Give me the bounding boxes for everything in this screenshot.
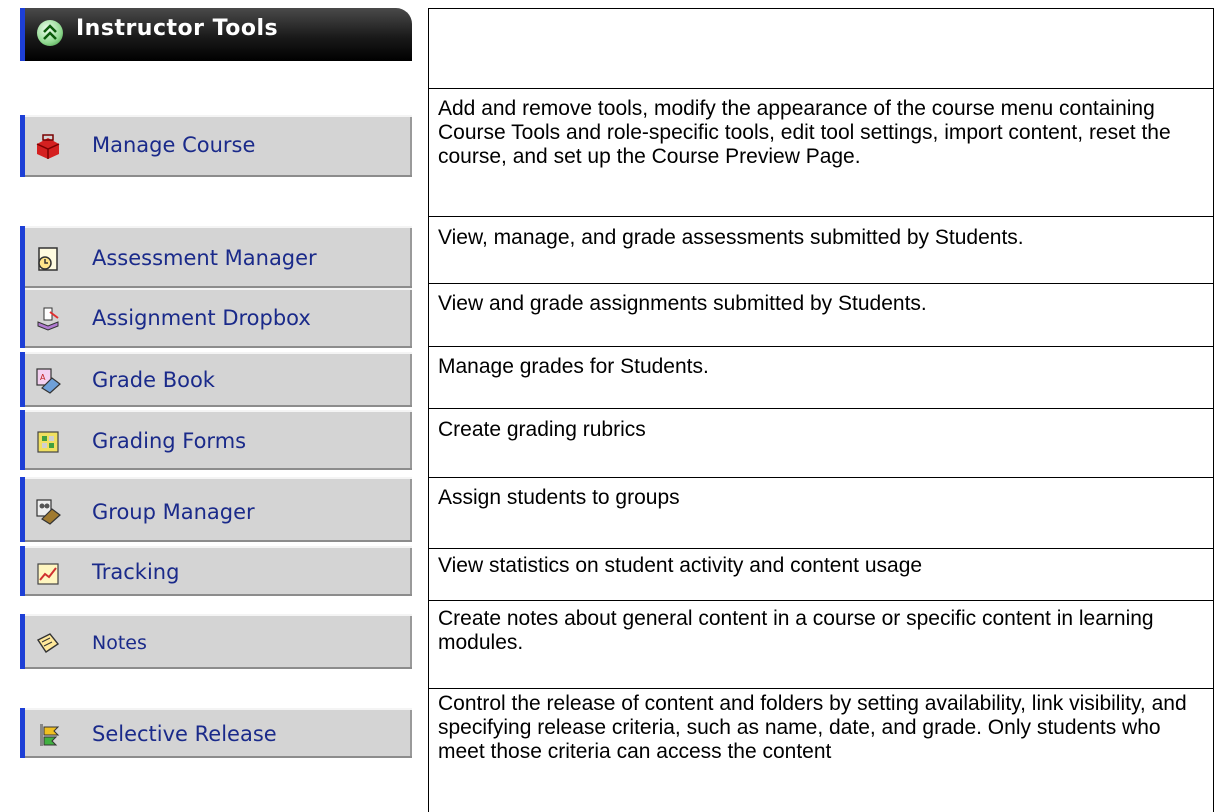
menu-item-label: Assignment Dropbox [92,306,311,330]
menu-item-selective-release[interactable]: Selective Release [20,708,412,758]
menu-item-label: Tracking [92,560,180,584]
menu-item-label: Selective Release [92,722,277,746]
table-row-divider [428,477,1214,478]
menu-item-assessment-manager[interactable]: Assessment Manager [20,226,412,288]
table-row-divider [428,688,1214,689]
manage-course-icon [36,134,60,159]
svg-text:A: A [40,373,46,382]
menu-item-label: Notes [92,632,147,654]
tool-description: Control the release of content and folde… [438,692,1187,763]
menu-item-label: Grading Forms [92,429,247,453]
table-border-left [428,8,429,812]
header-title: Instructor Tools [76,16,279,41]
menu-item-label: Group Manager [92,500,255,524]
tool-description: View and grade assignments submitted by … [438,292,927,315]
tool-description: Manage grades for Students. [438,355,709,378]
table-row-divider [428,600,1214,601]
menu-item-label: Assessment Manager [92,246,317,270]
table-row-divider [428,548,1214,549]
tracking-icon [37,563,59,585]
menu-item-label: Grade Book [92,368,215,392]
menu-item-grade-book[interactable]: A Grade Book [20,352,412,407]
header-accent-stripe [20,8,25,61]
menu-item-label: Manage Course [92,133,256,157]
table-row-divider [428,216,1214,217]
table-row-divider [428,88,1214,89]
notes-icon [36,633,60,653]
group-manager-icon [36,499,61,525]
table-border-right [1213,8,1214,812]
tool-description: View statistics on student activity and … [438,554,923,577]
tool-description: Create grading rubrics [438,418,646,441]
menu-item-manage-course[interactable]: Manage Course [20,115,412,177]
table-row-divider [428,408,1214,409]
tool-description: Assign students to groups [438,486,680,509]
menu-item-tracking[interactable]: Tracking [20,546,412,596]
collapse-chevron-icon[interactable] [37,20,63,46]
table-row-divider [428,346,1214,347]
table-border-top [428,8,1214,9]
table-row-divider [428,283,1214,284]
tool-description: Add and remove tools, modify the appeara… [438,97,1171,168]
assessment-manager-icon [38,247,58,271]
menu-item-notes[interactable]: Notes [20,614,412,669]
menu-item-grading-forms[interactable]: Grading Forms [20,410,412,470]
tool-description: View, manage, and grade assessments subm… [438,226,1024,249]
menu-item-group-manager[interactable]: Group Manager [20,477,412,542]
assignment-dropbox-icon [37,307,59,331]
grading-forms-icon [37,431,59,453]
tool-description: Create notes about general content in a … [438,607,1154,654]
grade-book-icon: A [36,368,61,394]
selective-release-icon [40,724,60,746]
menu-item-assignment-dropbox[interactable]: Assignment Dropbox [20,288,412,348]
